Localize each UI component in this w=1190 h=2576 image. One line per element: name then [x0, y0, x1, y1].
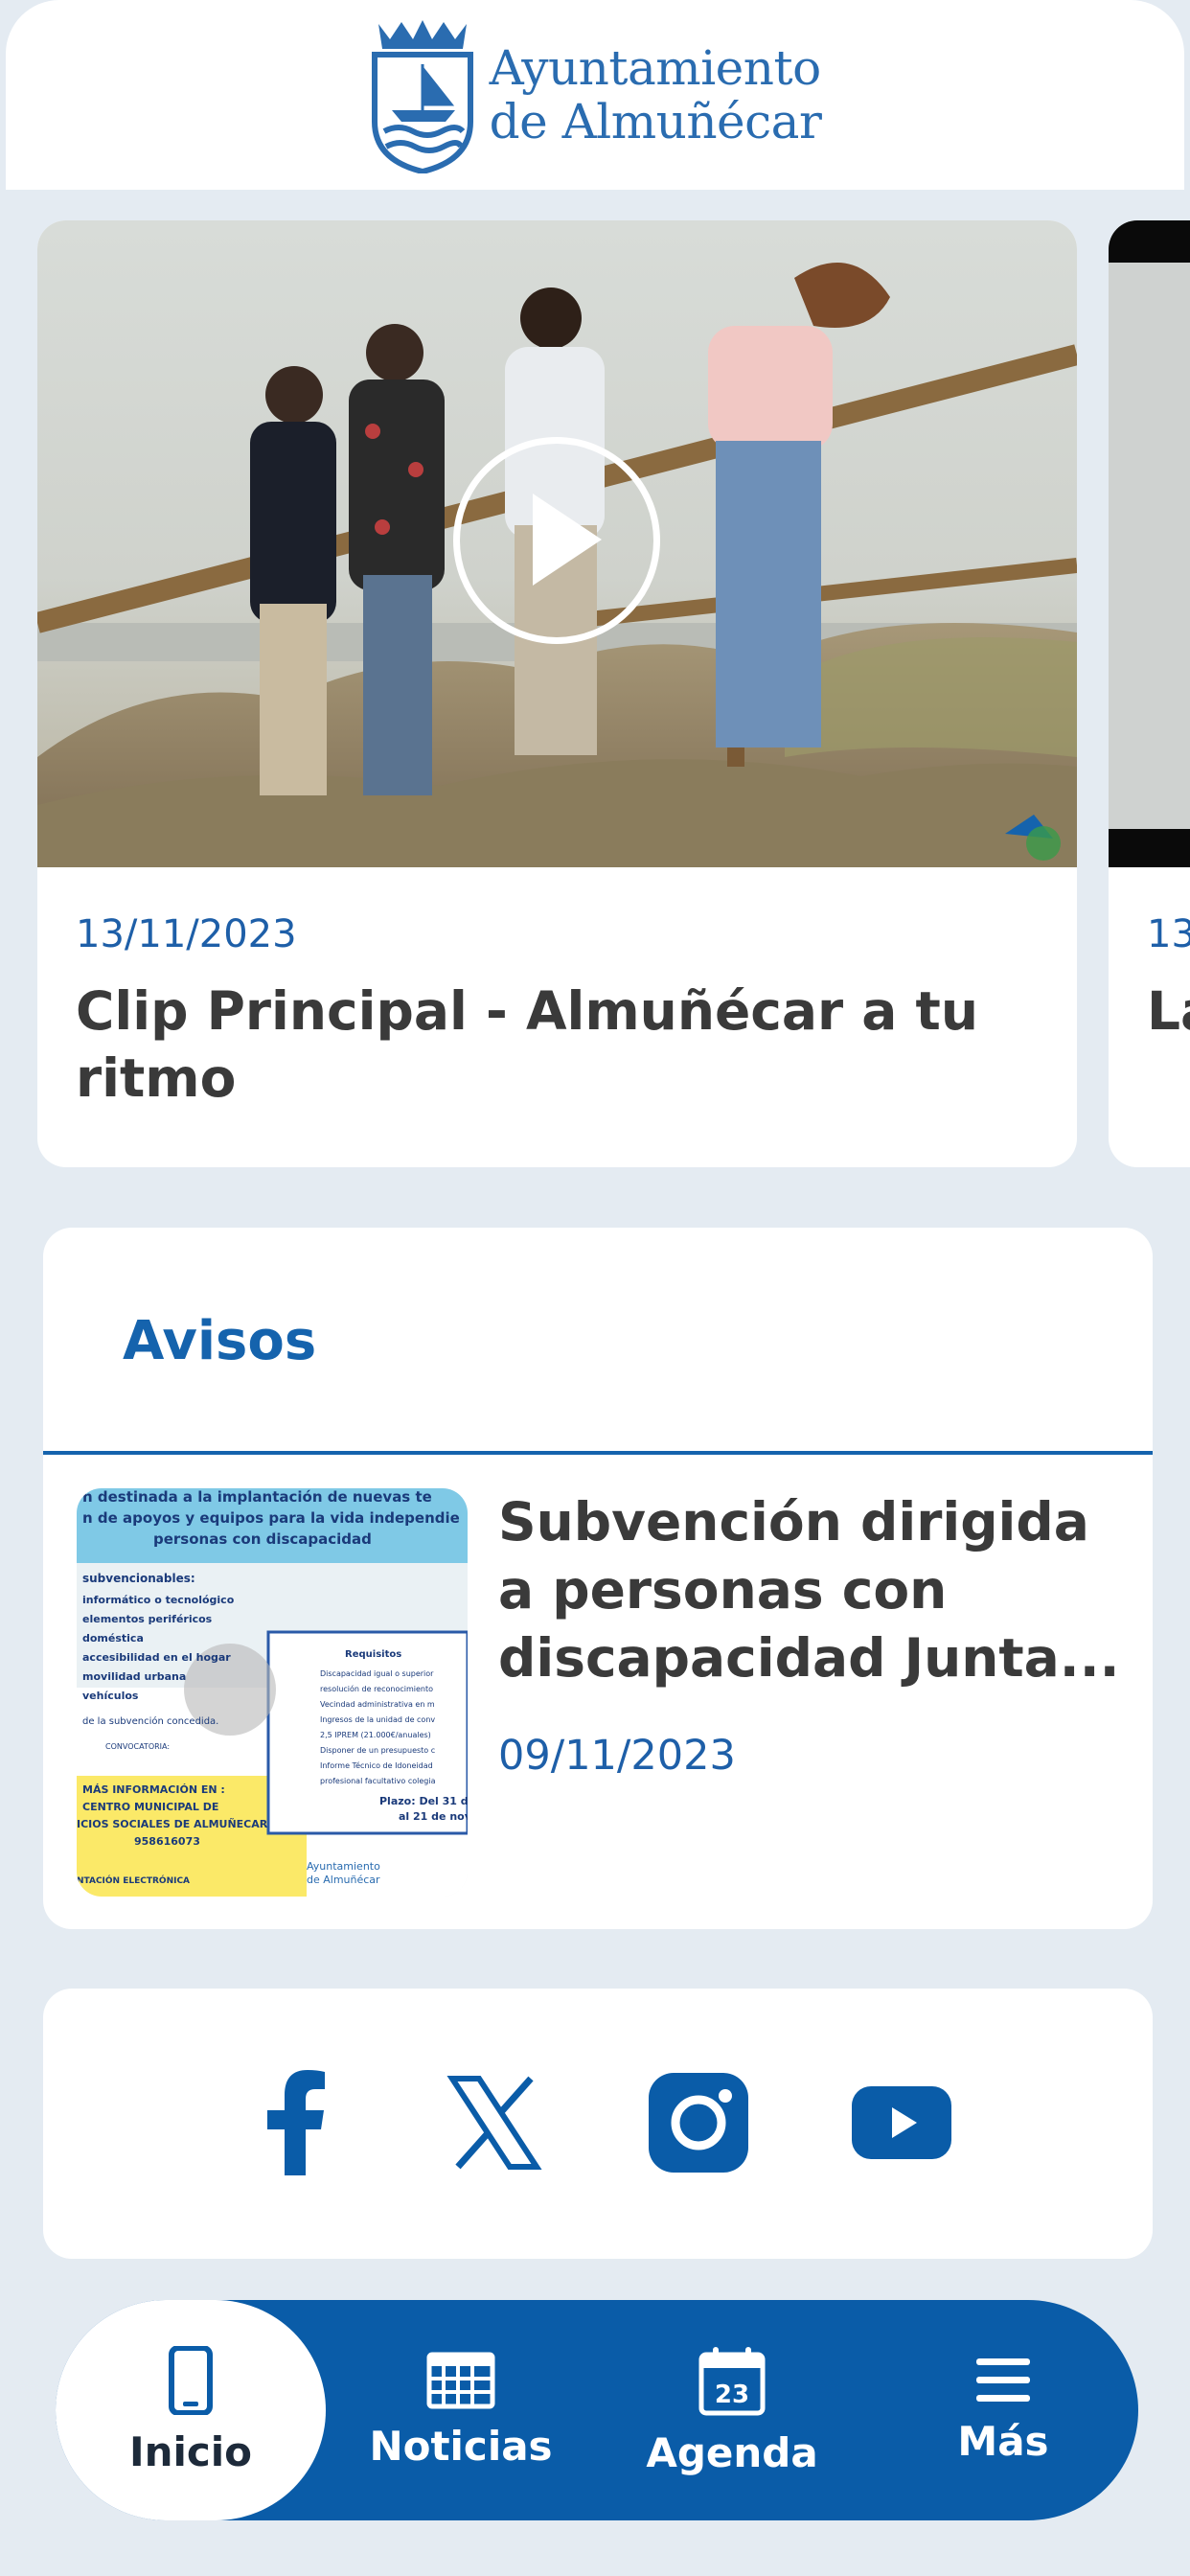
video-thumbnail-next[interactable] — [1109, 220, 1190, 867]
poster-req-title: Requisitos — [345, 1649, 401, 1660]
avisos-title: Avisos — [123, 1310, 317, 1372]
poster-plazo-2: al 21 de nov — [399, 1810, 468, 1823]
video-carousel[interactable]: 13/11/2023 Clip Principal - Almuñécar a … — [0, 220, 1190, 1167]
logo-line-2: de Almuñécar — [489, 94, 822, 150]
poster-logo-2: de Almuñécar — [307, 1874, 380, 1886]
video-date-next: 13/ — [1147, 912, 1190, 956]
poster-bullet-2: elementos periféricos — [82, 1613, 213, 1625]
video-thumbnail[interactable] — [37, 220, 1077, 867]
poster-req-3: Vecindad administrativa en m — [320, 1700, 435, 1709]
aviso-poster-image: n destinada a la implantación de nuevas … — [77, 1488, 468, 1897]
poster-text-2: n de apoyos y equipos para la vida indep… — [82, 1509, 460, 1527]
poster-info-2: CENTRO MUNICIPAL DE — [82, 1801, 218, 1813]
poster-text-1: n destinada a la implantación de nuevas … — [82, 1488, 432, 1506]
video-title[interactable]: Clip Principal - Almuñécar a tu ritmo — [76, 978, 1034, 1112]
youtube-icon[interactable] — [848, 2069, 955, 2176]
poster-req-4: Ingresos de la unidad de conv — [320, 1715, 435, 1724]
poster-req-5: 2,5 IPREM (21.000€/anuales) — [320, 1731, 431, 1739]
tab-label-noticias: Noticias — [369, 2422, 553, 2470]
poster-bullet-4: accesibilidad en el hogar — [82, 1651, 231, 1664]
tab-agenda[interactable]: 23 Agenda — [597, 2300, 867, 2520]
poster-bullet-1: informático o tecnológico — [82, 1594, 235, 1606]
tab-mas[interactable]: Más — [868, 2300, 1138, 2520]
poster-info-3: ICIOS SOCIALES DE ALMUÑECAR — [77, 1818, 268, 1830]
poster-subv: subvencionables: — [82, 1572, 195, 1585]
video-title-next[interactable]: La — [1147, 978, 1190, 1045]
poster-req-2: resolución de reconocimiento — [320, 1684, 433, 1693]
video-card-next[interactable]: 13/ La — [1109, 220, 1190, 1167]
avisos-divider — [43, 1451, 1153, 1455]
aviso-date: 09/11/2023 — [498, 1732, 736, 1780]
phone-icon — [169, 2345, 213, 2415]
poster-bullet-3: doméstica — [82, 1632, 144, 1644]
aviso-title[interactable]: Subvención dirigida a personas con disca… — [498, 1488, 1131, 1692]
poster-info-5: NTACIÓN ELECTRÓNICA — [77, 1874, 190, 1886]
poster-text-3: personas con discapacidad — [153, 1530, 372, 1548]
tab-label-mas: Más — [957, 2417, 1049, 2465]
tab-inicio[interactable]: Inicio — [56, 2300, 326, 2520]
newspaper-icon — [426, 2352, 495, 2408]
poster-req-6: Disponer de un presupuesto c — [320, 1746, 435, 1755]
poster-req-8: profesional facultativo colegia — [320, 1777, 436, 1785]
tab-label-agenda: Agenda — [646, 2428, 818, 2476]
poster-info-4: 958616073 — [134, 1835, 200, 1848]
poster-subv-note: de la subvención concedida. — [82, 1715, 218, 1727]
poster-plazo: Plazo: Del 31 d — [379, 1795, 468, 1807]
play-button[interactable] — [453, 437, 660, 644]
menu-icon — [976, 2358, 1030, 2402]
x-twitter-icon[interactable] — [441, 2069, 548, 2176]
poster-bullet-6: vehículos — [82, 1690, 139, 1702]
tab-noticias[interactable]: Noticias — [326, 2300, 596, 2520]
instagram-icon[interactable] — [645, 2069, 752, 2176]
poster-info-1: MÁS INFORMACIÓN EN : — [82, 1783, 225, 1796]
video-card[interactable]: 13/11/2023 Clip Principal - Almuñécar a … — [37, 220, 1077, 1167]
calendar-icon-number: 23 — [715, 2380, 749, 2409]
poster-convocatoria: CONVOCATORIA: — [105, 1742, 170, 1751]
poster-req-7: Informe Técnico de Idoneidad — [320, 1760, 433, 1770]
facebook-icon[interactable] — [241, 2069, 349, 2176]
logo-line-1: Ayuntamiento — [489, 40, 822, 96]
logo[interactable]: Ayuntamiento de Almuñécar — [369, 16, 822, 173]
poster-bullet-5: movilidad urbana — [82, 1670, 186, 1683]
tab-label-inicio: Inicio — [128, 2427, 253, 2475]
aviso-thumbnail[interactable]: n destinada a la implantación de nuevas … — [77, 1488, 468, 1897]
poster-req-1: Discapacidad igual o superior — [320, 1669, 434, 1678]
poster-logo-1: Ayuntamiento — [307, 1860, 380, 1873]
app-header: Ayuntamiento de Almuñécar — [6, 0, 1184, 190]
avisos-section: Avisos n destinada a la implantación de … — [43, 1228, 1153, 1929]
social-links — [43, 1989, 1153, 2259]
calendar-icon: 23 — [698, 2346, 766, 2415]
video-date: 13/11/2023 — [76, 912, 297, 956]
coat-of-arms-icon — [371, 20, 473, 173]
bottom-tab-bar: Inicio Noticias 23 Agenda Más — [56, 2300, 1138, 2520]
